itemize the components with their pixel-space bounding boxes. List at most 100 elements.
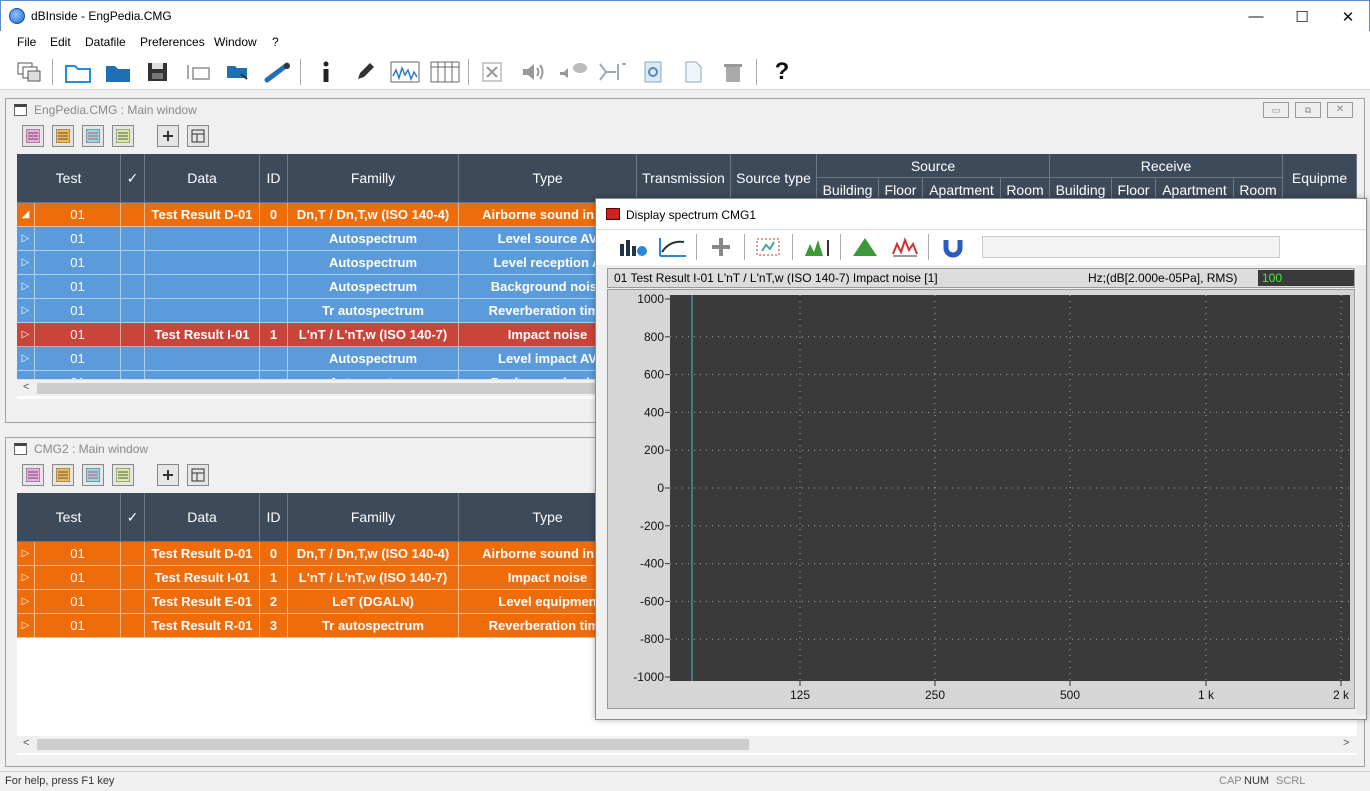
scroll-left-icon[interactable]: <: [23, 381, 29, 393]
cell-test: 01: [35, 542, 121, 566]
color-green-icon[interactable]: [112, 464, 134, 486]
scroll-indicator: SCRL: [1276, 775, 1306, 787]
magnet-icon[interactable]: [938, 232, 968, 262]
expand-icon[interactable]: ▷: [17, 614, 35, 638]
header-test[interactable]: Test: [17, 493, 121, 542]
windows-icon[interactable]: [14, 57, 44, 87]
expand-icon[interactable]: ▷: [17, 347, 35, 371]
header-receive[interactable]: Receive: [1050, 154, 1283, 178]
add-icon[interactable]: [706, 232, 736, 262]
cmg2-horizontal-scrollbar[interactable]: < >: [17, 736, 1357, 753]
info-icon[interactable]: [311, 57, 341, 87]
zoom-fit-icon[interactable]: [754, 232, 784, 262]
header-check[interactable]: ✓: [121, 493, 145, 542]
peak-icon[interactable]: [850, 232, 880, 262]
mdi-minimize-button[interactable]: ▭: [1263, 102, 1289, 118]
cell-id: [260, 299, 288, 323]
expand-icon[interactable]: ◢: [17, 203, 35, 227]
color-orange-icon[interactable]: [52, 125, 74, 147]
color-multi-icon[interactable]: [82, 464, 104, 486]
sound-icon[interactable]: [518, 57, 548, 87]
table-icon[interactable]: [430, 57, 460, 87]
menu-help[interactable]: ?: [272, 35, 279, 49]
spectrum-chart[interactable]: 1000 800 600 400 200 0 -200 -400 -600 -800 -1000 12…: [608, 290, 1354, 708]
open-folder-icon[interactable]: [103, 57, 133, 87]
expand-icon[interactable]: ▷: [17, 299, 35, 323]
header-family[interactable]: Familly: [288, 154, 459, 203]
header-source[interactable]: Source: [817, 154, 1050, 178]
scroll-thumb[interactable]: [37, 383, 617, 394]
help-icon[interactable]: ?: [767, 57, 797, 87]
color-pink-icon[interactable]: [22, 125, 44, 147]
expand-icon[interactable]: ▷: [17, 566, 35, 590]
color-pink-icon[interactable]: [22, 464, 44, 486]
color-green-icon[interactable]: [112, 125, 134, 147]
cell-data: [145, 251, 260, 275]
filter-columns-icon[interactable]: [187, 464, 209, 486]
filter-icon[interactable]: [598, 57, 628, 87]
spectrum-window-icon: [606, 208, 620, 220]
menu-preferences[interactable]: Preferences: [140, 35, 205, 49]
header-id[interactable]: ID: [260, 493, 288, 542]
settings-icon[interactable]: [638, 57, 668, 87]
x-tick-label: 250: [925, 688, 945, 702]
export-icon[interactable]: [183, 57, 213, 87]
cell-family: Dn,T / Dn,T,w (ISO 140-4): [288, 203, 459, 227]
scroll-thumb[interactable]: [37, 739, 749, 750]
scroll-right-icon[interactable]: >: [1343, 737, 1349, 749]
menu-datafile[interactable]: Datafile: [85, 35, 126, 49]
spectrum-search-input[interactable]: [982, 236, 1280, 258]
minimize-button[interactable]: —: [1233, 1, 1279, 32]
header-check[interactable]: ✓: [121, 154, 145, 203]
delete-icon[interactable]: [718, 57, 748, 87]
value-box[interactable]: 100: [1258, 270, 1354, 286]
header-source-type[interactable]: Source type: [731, 154, 817, 203]
expand-icon[interactable]: ▷: [17, 275, 35, 299]
new-folder-icon[interactable]: [63, 57, 93, 87]
speech-icon[interactable]: [558, 57, 588, 87]
close-button[interactable]: ✕: [1325, 1, 1370, 32]
filter-columns-icon[interactable]: [187, 125, 209, 147]
expand-icon[interactable]: ▷: [17, 590, 35, 614]
header-family[interactable]: Familly: [288, 493, 459, 542]
expand-icon[interactable]: ▷: [17, 251, 35, 275]
menu-edit[interactable]: Edit: [50, 35, 71, 49]
document-icon[interactable]: [678, 57, 708, 87]
header-test[interactable]: Test: [17, 154, 121, 203]
menu-file[interactable]: File: [17, 35, 36, 49]
spectrum-icon[interactable]: [390, 57, 420, 87]
adjust-columns-icon[interactable]: [157, 125, 179, 147]
import-icon[interactable]: [223, 57, 253, 87]
peak-range-icon[interactable]: [802, 232, 832, 262]
cell-id: 1: [260, 323, 288, 347]
edit-icon[interactable]: [350, 57, 380, 87]
waterfall-icon[interactable]: [890, 232, 920, 262]
mdi-restore-button[interactable]: ⧉: [1295, 102, 1321, 118]
save-icon[interactable]: [143, 57, 173, 87]
cell-data: [145, 227, 260, 251]
expand-icon[interactable]: ▷: [17, 323, 35, 347]
spectrum-vertical-scrollbar[interactable]: [1356, 265, 1366, 715]
adjust-columns-icon[interactable]: [157, 464, 179, 486]
link-icon[interactable]: [263, 57, 293, 87]
color-multi-icon[interactable]: [82, 125, 104, 147]
color-orange-icon[interactable]: [52, 464, 74, 486]
spectrum-window: Display spectrum CMG1 01 Test Result I-0…: [595, 198, 1367, 720]
header-transmission[interactable]: Transmission: [637, 154, 731, 203]
status-bar: For help, press F1 key CAP NUM SCRL: [0, 771, 1370, 791]
menu-window[interactable]: Window: [214, 35, 257, 49]
curve-edit-icon[interactable]: [658, 232, 688, 262]
cell-check: [121, 275, 145, 299]
header-data[interactable]: Data: [145, 154, 260, 203]
header-type[interactable]: Type: [459, 154, 637, 203]
maximize-button[interactable]: ☐: [1279, 1, 1325, 32]
header-data[interactable]: Data: [145, 493, 260, 542]
expand-icon[interactable]: ▷: [17, 227, 35, 251]
excel-icon[interactable]: [478, 57, 508, 87]
header-equipment[interactable]: Equipme: [1283, 154, 1357, 203]
bar-settings-icon[interactable]: [618, 232, 648, 262]
header-id[interactable]: ID: [260, 154, 288, 203]
expand-icon[interactable]: ▷: [17, 542, 35, 566]
scroll-left-icon[interactable]: <: [23, 737, 29, 749]
mdi-close-button[interactable]: ✕: [1327, 102, 1353, 118]
